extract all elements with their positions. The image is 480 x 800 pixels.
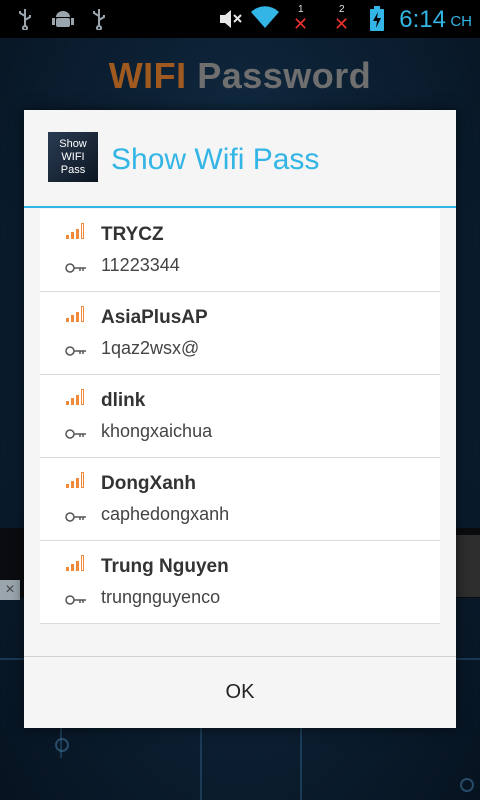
signal-strength-icon [66,306,86,322]
network-ssid: dlink [101,390,146,411]
key-icon [65,263,86,273]
signal-strength-icon [66,555,86,571]
background-title-password: Password [197,55,372,96]
app-icon-text-line: Show [59,137,87,150]
sim2-no-signal-icon: ✕ [334,14,350,34]
key-icon [65,595,86,605]
ok-button[interactable]: OK [24,657,456,728]
android-debug-icon [52,8,74,36]
network-ssid: DongXanh [101,473,196,494]
background-title-wifi: WIFI [108,55,187,96]
network-password: caphedongxanh [101,504,230,524]
carrier-suffix: CH [450,13,472,30]
network-password: khongxaichua [101,421,213,441]
wifi-icon [250,4,280,36]
network-list-item[interactable]: Trung Nguyen trungnguyenco [40,541,440,624]
wifi-pass-dialog: Show WIFI Pass Show Wifi Pass TRYCZ 1122… [24,110,456,728]
dialog-title: Show Wifi Pass [111,143,320,176]
network-list-item[interactable]: DongXanh caphedongxanh [40,458,440,541]
signal-strength-icon [66,223,86,239]
dialog-title-divider [24,206,456,208]
usb-icon [16,8,34,36]
app-icon-text-line: Pass [60,163,86,176]
network-ssid: TRYCZ [101,224,164,245]
network-ssid: AsiaPlusAP [101,307,208,328]
network-list[interactable]: TRYCZ 11223344 AsiaPlusAP 1qaz2wsx@ dlin [40,209,440,624]
network-list-item[interactable]: dlink khongxaichua [40,375,440,458]
app-icon-text-line: WIFI [61,150,85,163]
ad-close-icon[interactable]: × [0,580,20,600]
key-icon [65,512,86,522]
network-password: 1qaz2wsx@ [101,338,200,358]
network-ssid: Trung Nguyen [101,556,229,577]
mute-icon [218,8,244,36]
sim1-no-signal-icon: ✕ [293,14,309,34]
key-icon [65,429,86,439]
network-password: 11223344 [101,255,180,275]
background-app-title: WIFI Password [0,55,480,97]
circuit-node [55,738,69,752]
status-bar: 1 ✕ 2 ✕ 6:14 CH [0,0,480,38]
app-icon: Show WIFI Pass [48,132,98,182]
signal-strength-icon [66,472,86,488]
network-list-item[interactable]: AsiaPlusAP 1qaz2wsx@ [40,292,440,375]
circuit-trace [200,718,202,800]
key-icon [65,346,86,356]
network-list-item[interactable]: TRYCZ 11223344 [40,209,440,292]
clock-time: 6:14 [399,6,446,33]
usb-icon [90,8,108,36]
dialog-header: Show WIFI Pass Show Wifi Pass [24,110,456,207]
circuit-node [460,778,474,792]
network-password: trungnguyenco [101,587,221,607]
signal-strength-icon [66,389,86,405]
battery-charging-icon [369,6,385,38]
